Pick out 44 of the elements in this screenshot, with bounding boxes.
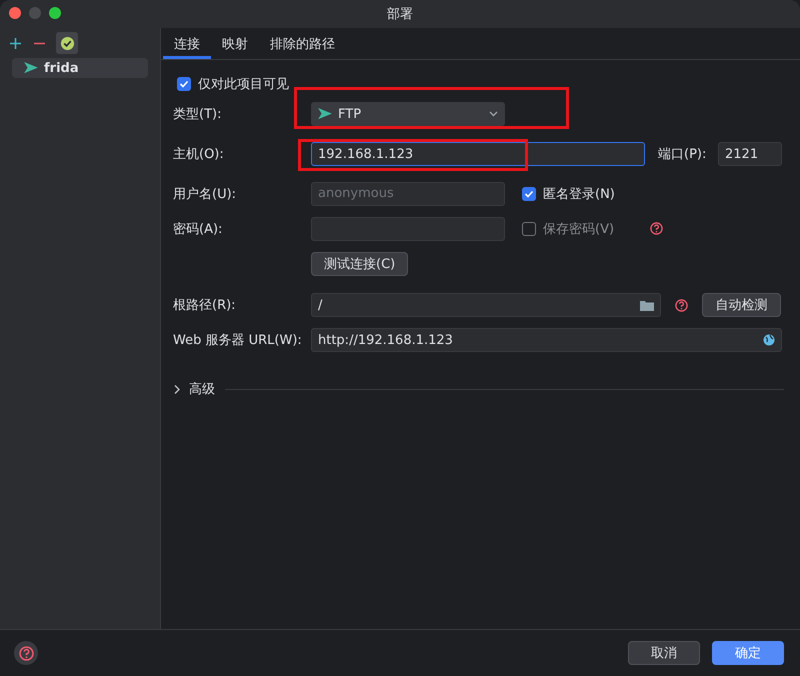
paper-plane-icon: [24, 62, 38, 74]
checkbox[interactable]: [522, 186, 536, 200]
default-button[interactable]: [56, 32, 78, 54]
folder-icon[interactable]: [640, 300, 654, 310]
tab[interactable]: 映射: [211, 28, 259, 59]
globe-icon[interactable]: [763, 334, 775, 346]
checkbox-label: 仅对此项目可见: [198, 76, 289, 93]
field-label: 类型(T):: [173, 106, 222, 123]
root-path-field[interactable]: /: [311, 293, 661, 317]
field-label: 密码(A):: [173, 220, 224, 238]
tab[interactable]: 排除的路径: [259, 28, 346, 59]
checkmark-icon: [524, 188, 534, 198]
checkbox-label: 保存密码(V): [543, 220, 614, 238]
port-field[interactable]: 2121: [718, 142, 782, 166]
host-field[interactable]: 192.168.1.123: [311, 142, 645, 166]
field-label: 用户名(U):: [173, 186, 238, 202]
auto-detect-button[interactable]: 自动检测: [702, 293, 781, 317]
checkbox-label: 匿名登录(N): [543, 186, 615, 202]
cancel-button[interactable]: 取消: [628, 641, 700, 665]
advanced-toggle[interactable]: 高级: [173, 380, 215, 398]
checkbox[interactable]: [522, 222, 536, 236]
help-icon[interactable]: [675, 298, 688, 312]
help-button[interactable]: [14, 641, 38, 665]
field-label: 端口(P):: [658, 146, 708, 163]
field-label: 主机(O):: [173, 146, 225, 163]
help-icon[interactable]: [650, 222, 664, 235]
field-label: Web 服务器 URL(W):: [173, 332, 303, 349]
plus-icon: [10, 38, 20, 48]
paper-plane-icon: [318, 108, 332, 120]
help-icon: [18, 646, 34, 660]
field-label: 根路径(R):: [173, 297, 237, 314]
checkmark-icon: [179, 79, 189, 89]
checkbox[interactable]: [177, 77, 191, 91]
tab[interactable]: 连接: [163, 28, 211, 59]
sidebar-item[interactable]: frida: [12, 58, 148, 78]
type-dropdown[interactable]: FTP: [311, 102, 505, 126]
web-url-field[interactable]: http://192.168.1.123: [311, 328, 782, 352]
chevron-icon: [173, 384, 181, 394]
zoom-button[interactable]: [49, 7, 61, 19]
window-title: 部署: [387, 6, 413, 23]
close-button[interactable]: [9, 7, 21, 19]
password-field[interactable]: [311, 216, 505, 240]
test-connection-button[interactable]: 测试连接(C): [311, 252, 408, 276]
chevron-down-icon: [489, 111, 498, 117]
